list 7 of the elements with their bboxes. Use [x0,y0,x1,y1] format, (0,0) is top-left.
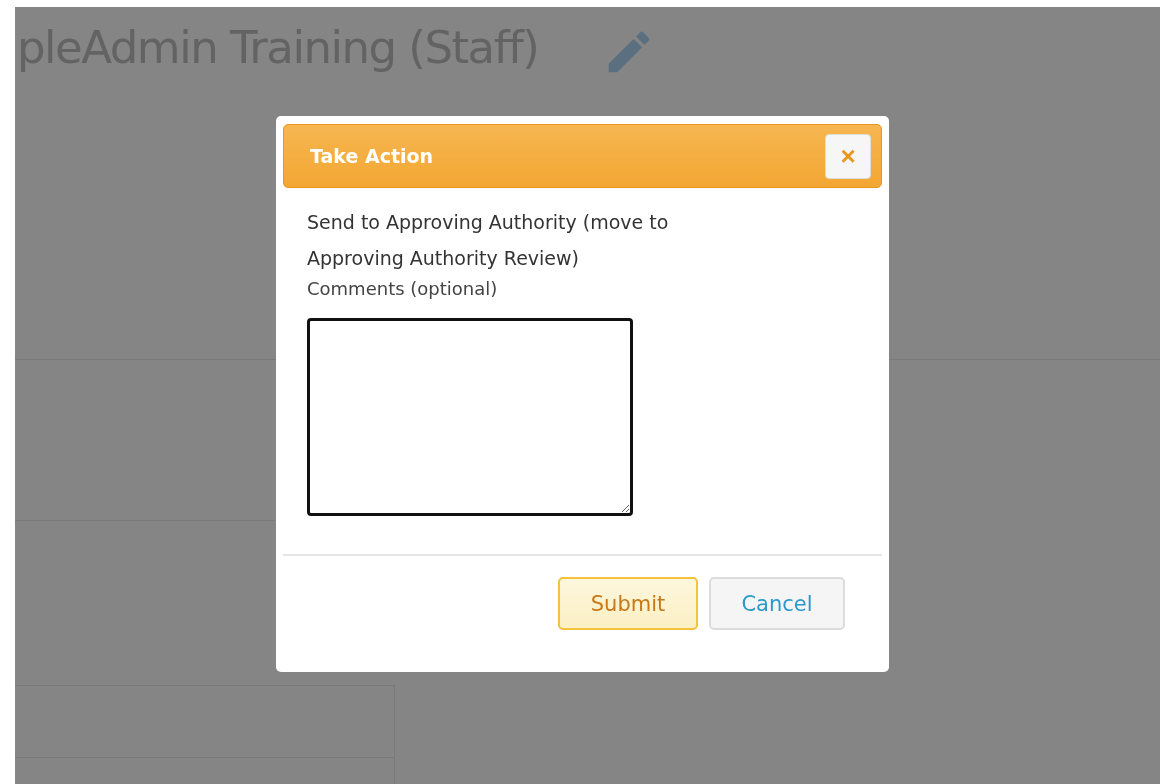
action-text: Send to Approving Authority (move to Approving Authority Review) [307,210,670,271]
submit-button[interactable]: Submit [558,577,698,630]
dialog-title: Take Action [310,145,434,167]
comments-label: Comments (optional) [307,277,499,301]
comments-field[interactable] [307,318,633,516]
close-button[interactable]: × [825,133,871,179]
cancel-button[interactable]: Cancel [709,577,845,630]
